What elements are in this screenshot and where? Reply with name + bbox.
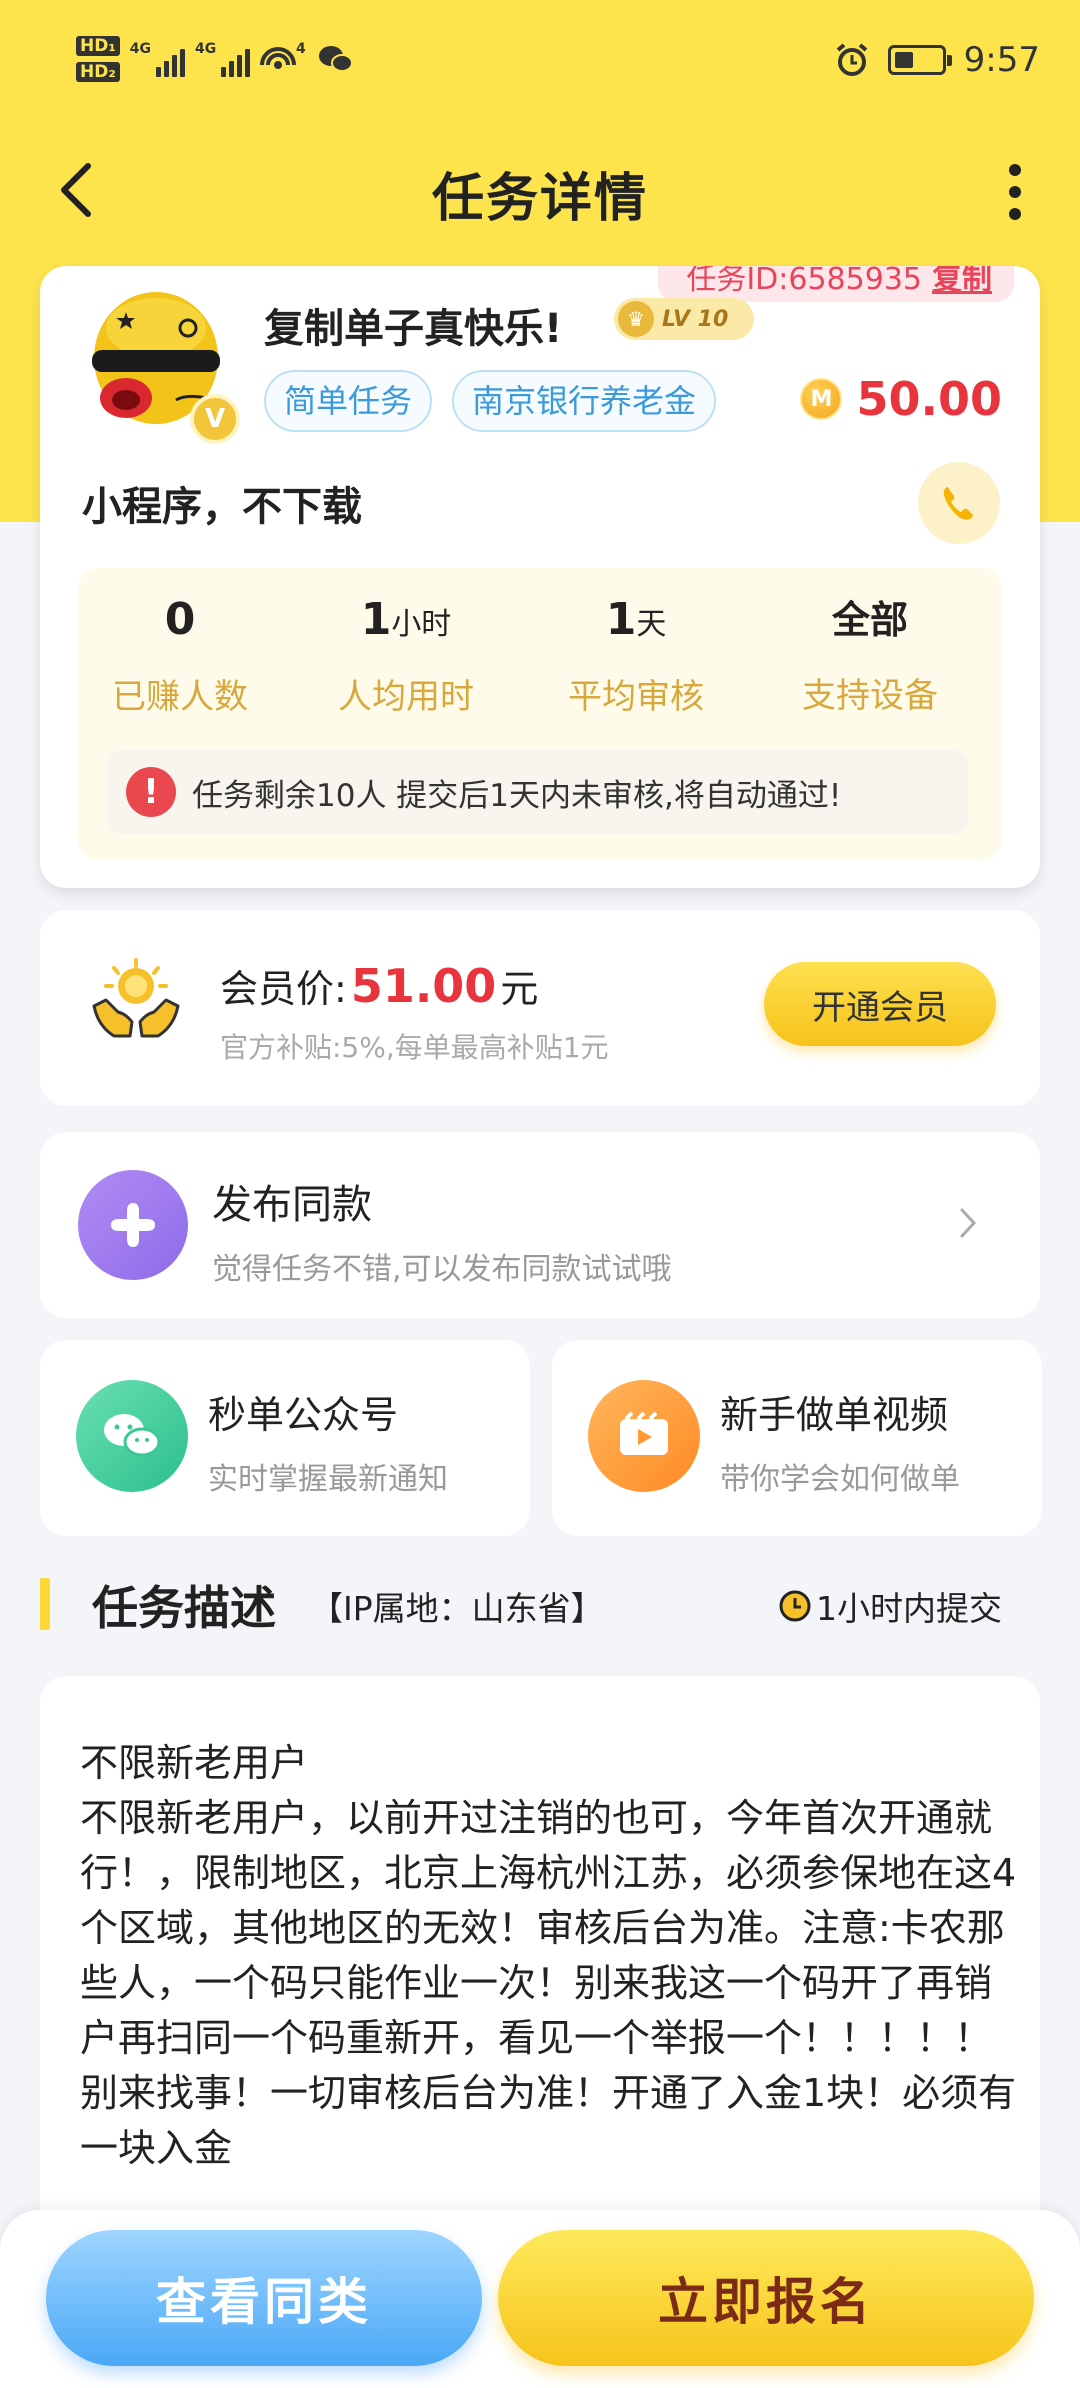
hd1-badge: HD₁: [76, 36, 120, 56]
network-1-label: 4G: [129, 41, 152, 57]
warning-icon: !: [126, 767, 176, 817]
stat-review: 1天 平均审核: [526, 590, 746, 718]
task-detail-page: HD₁ HD₂ 4G 4G 4 9:57 任务详情 任务ID:6585935 复…: [0, 0, 1080, 2388]
video-title: 新手做单视频: [720, 1393, 949, 1437]
member-price-value: 51.00: [350, 959, 497, 1013]
newbie-video-card[interactable]: 新手做单视频 带你学会如何做单: [552, 1340, 1042, 1536]
stat-avg-time-label: 人均用时: [338, 677, 474, 717]
member-price: 会员价: 51.00 元: [220, 958, 538, 1013]
hands-coin-icon: [92, 958, 180, 1038]
bottom-action-bar: 查看同类 立即报名: [0, 2210, 1080, 2388]
sign-up-button[interactable]: 立即报名: [498, 2230, 1034, 2366]
task-title: 复制单子真快乐!: [264, 306, 563, 352]
stat-avg-time-unit: 小时: [391, 607, 452, 642]
more-dot-icon: [1009, 164, 1021, 176]
status-left: HD₁ HD₂ 4G 4G 4: [76, 36, 354, 82]
coin-icon: M: [800, 378, 843, 420]
clock: 9:57: [963, 40, 1040, 80]
open-membership-button[interactable]: 开通会员: [764, 962, 996, 1046]
stat-device-value: 全部: [831, 598, 908, 642]
wifi-hotspot-icon: 4: [260, 41, 306, 69]
chevron-right-icon: [960, 1208, 977, 1238]
stat-review-unit: 天: [636, 607, 667, 642]
level-badge: ♛ LV 10: [614, 298, 754, 340]
task-id-badge: 任务ID:6585935 复制: [658, 266, 1014, 302]
tag-simple-task: 简单任务: [264, 370, 433, 432]
video-subtitle: 带你学会如何做单: [720, 1462, 960, 1497]
notice-banner: ! 任务剩余10人 提交后1天内未审核,将自动通过!: [108, 750, 968, 834]
member-card: 会员价: 51.00 元 官方补贴:5%,每单最高补贴1元 开通会员: [40, 910, 1040, 1106]
stat-device: 全部 支持设备: [760, 590, 980, 717]
wechat-status-icon: [319, 46, 354, 72]
publish-subtitle: 觉得任务不错,可以发布同款试试哦: [212, 1252, 672, 1287]
more-menu-button[interactable]: [990, 152, 1040, 232]
call-button[interactable]: [918, 462, 1000, 544]
submit-deadline: 1小时内提交: [778, 1582, 1002, 1630]
task-id-text: 任务ID:6585935: [686, 266, 922, 297]
tag-bank: 南京银行养老金: [452, 370, 717, 432]
member-price-unit: 元: [500, 967, 539, 1011]
publish-plus-icon: [78, 1170, 188, 1280]
publish-same-card[interactable]: 发布同款 觉得任务不错,可以发布同款试试哦: [40, 1132, 1040, 1318]
status-bar: HD₁ HD₂ 4G 4G 4 9:57: [0, 0, 1080, 128]
stat-earned: 0 已赚人数: [70, 590, 290, 718]
ip-location: 【IP属地：山东省】: [310, 1589, 604, 1628]
hd-indicators: HD₁ HD₂: [76, 36, 120, 82]
stat-avg-time: 1小时 人均用时: [296, 590, 516, 718]
signal-1-icon: 4G: [129, 41, 186, 77]
reward: M 50.00: [800, 372, 1002, 426]
view-similar-button[interactable]: 查看同类: [46, 2230, 482, 2366]
level-text: LV 10: [662, 306, 729, 332]
stat-earned-label: 已赚人数: [112, 677, 248, 717]
hd2-badge: HD₂: [76, 62, 120, 82]
deadline-text: 1小时内提交: [816, 1589, 1002, 1628]
page-title: 任务详情: [431, 169, 648, 229]
more-dot-icon: [1009, 186, 1021, 198]
wechat-title: 秒单公众号: [208, 1393, 399, 1437]
description-text: 不限新老用户 不限新老用户，以前开过注销的也可，今年首次开通就行！，限制地区，北…: [80, 1741, 1017, 2170]
description-section-header: 任务描述 【IP属地：山东省】 1小时内提交: [40, 1572, 1040, 1635]
medal-icon: ♛: [618, 301, 654, 337]
member-subsidy-text: 官方补贴:5%,每单最高补贴1元: [220, 1031, 609, 1064]
member-price-prefix: 会员价:: [220, 967, 347, 1011]
more-dot-icon: [1009, 208, 1021, 220]
copy-id-link[interactable]: 复制: [932, 266, 992, 297]
status-right: 9:57: [834, 40, 1040, 80]
signal-2-icon: 4G: [195, 41, 251, 77]
stat-earned-value: 0: [164, 594, 196, 645]
battery-icon: [887, 45, 952, 75]
stat-review-label: 平均审核: [568, 677, 704, 717]
nav-bar: 任务详情: [0, 128, 1080, 248]
task-subtitle: 小程序，不下载: [82, 484, 362, 530]
alarm-icon: [836, 43, 867, 76]
phone-icon: [943, 487, 973, 520]
section-title: 任务描述: [92, 1581, 276, 1635]
stat-device-label: 支持设备: [802, 676, 938, 716]
stat-review-value: 1: [605, 594, 637, 645]
clock-icon: [779, 1590, 811, 1622]
network-2-label: 4G: [195, 41, 217, 57]
stats-box: 0 已赚人数 1小时 人均用时 1天 平均审核 全部 支持设备 ! 任务剩余10…: [78, 568, 1002, 860]
notice-text: 任务剩余10人 提交后1天内未审核,将自动通过!: [192, 777, 842, 814]
wechat-icon: [76, 1380, 188, 1492]
publish-title: 发布同款: [212, 1182, 372, 1228]
reward-value: 50.00: [856, 372, 1002, 426]
wifi-badge: 4: [296, 41, 306, 57]
stat-avg-time-value: 1: [360, 594, 392, 645]
task-card: 任务ID:6585935 复制 V 复制单子真快乐! ♛ LV 10 简单任务 南…: [40, 266, 1040, 888]
verified-badge-icon: V: [190, 394, 240, 444]
wechat-subtitle: 实时掌握最新通知: [208, 1462, 448, 1497]
video-icon: [588, 1380, 700, 1492]
section-accent-bar: [40, 1578, 50, 1630]
wechat-account-card[interactable]: 秒单公众号 实时掌握最新通知: [40, 1340, 530, 1536]
